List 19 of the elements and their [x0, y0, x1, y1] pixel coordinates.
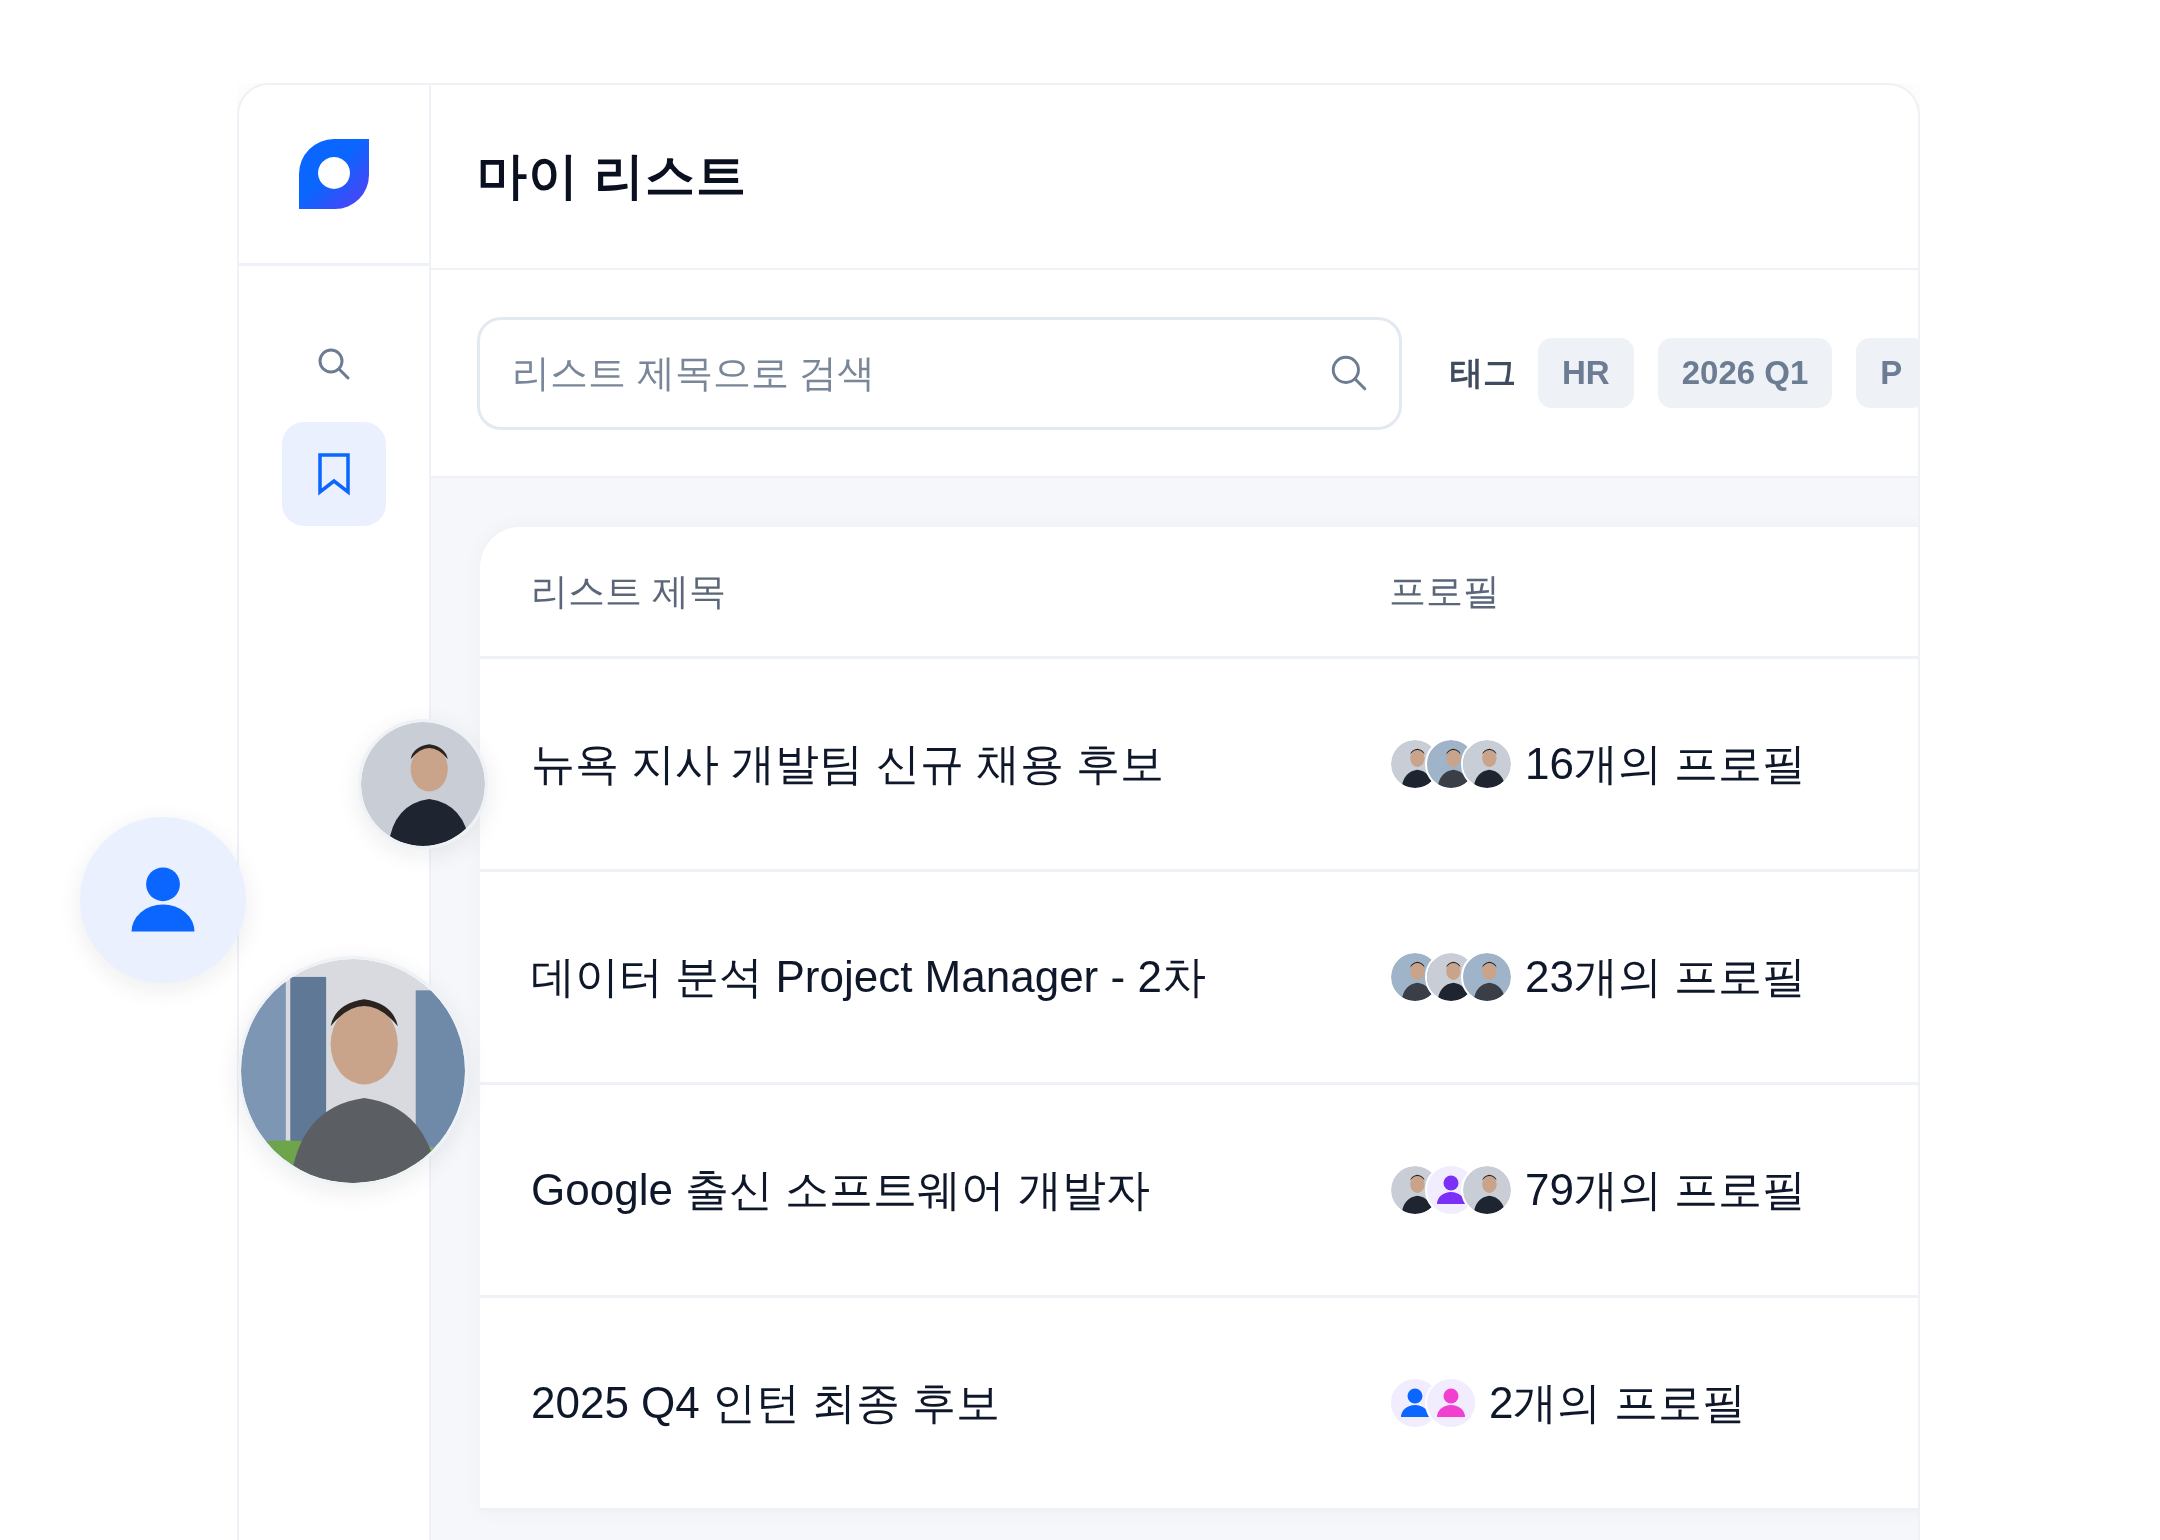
profile-count: 79개의 프로필: [1525, 1163, 1807, 1216]
sidebar-nav-button[interactable]: [282, 422, 386, 526]
profile-count: 2개의 프로필: [1489, 1376, 1746, 1429]
list-title[interactable]: 데이터 분석 Project Manager - 2차: [531, 947, 1389, 1007]
bookmark-icon: [316, 452, 352, 496]
list-title[interactable]: Google 출신 소프트웨어 개발자: [531, 1160, 1389, 1220]
logo-icon: [299, 139, 369, 209]
column-header: 리스트 제목: [531, 569, 728, 614]
tag-label: 태그: [1450, 352, 1516, 393]
column-header: 프로필: [1389, 569, 1501, 614]
page-title: 마이 리스트: [477, 147, 747, 206]
tag-chip[interactable]: HR: [1538, 338, 1634, 408]
search-field[interactable]: 리스트 제목으로 검색: [477, 316, 1402, 430]
tag-chip[interactable]: 2026 Q1: [1657, 338, 1833, 408]
profile-count: 23개의 프로필: [1525, 950, 1807, 1003]
tag-chip[interactable]: P: [1856, 338, 1918, 408]
list-title[interactable]: 뉴욕 지사 개발팀 신규 채용 후보: [531, 734, 1389, 794]
list-title[interactable]: 2025 Q4 인턴 최종 후보: [531, 1373, 1389, 1433]
profile-count: 16개의 프로필: [1525, 737, 1807, 790]
